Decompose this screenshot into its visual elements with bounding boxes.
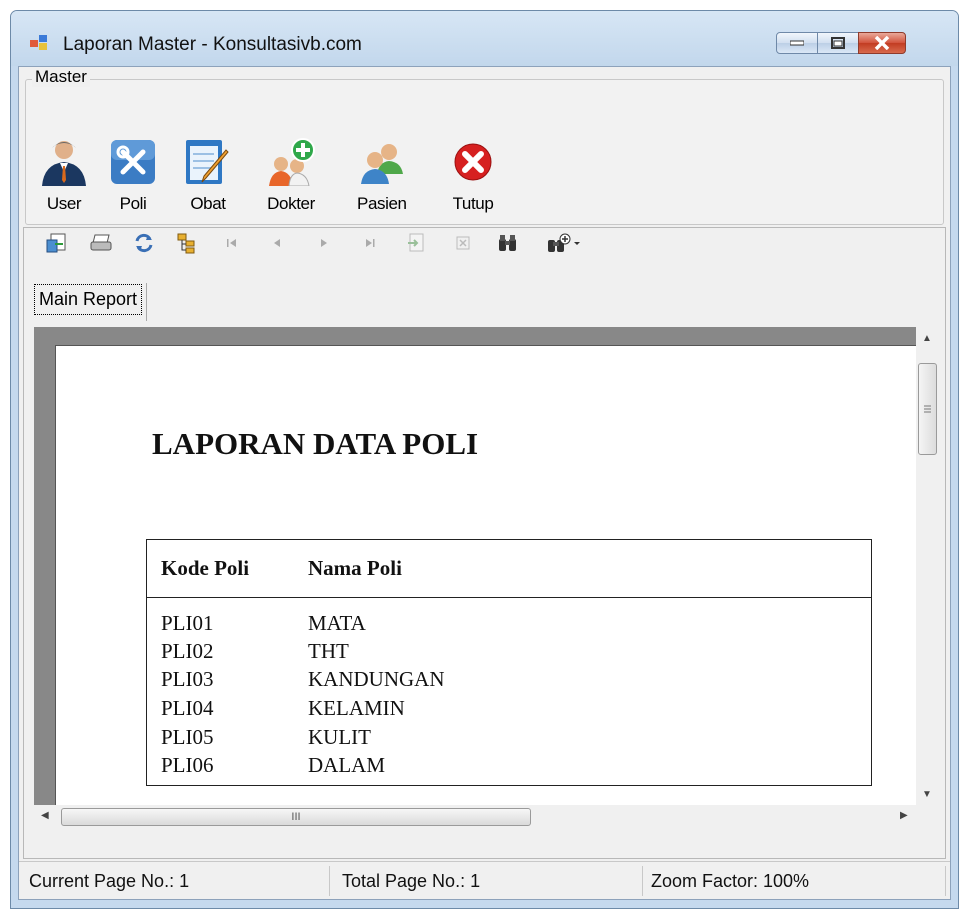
vertical-scrollbar[interactable]: ▲ ▼ <box>916 327 938 805</box>
vertical-scroll-thumb[interactable] <box>918 363 937 455</box>
report-tabs: Main Report <box>28 283 148 321</box>
table-row: PLI04 KELAMIN <box>147 696 871 725</box>
status-total-page: Total Page No.: 1 <box>337 866 643 896</box>
obat-button[interactable]: Obat <box>184 138 232 214</box>
tutup-label: Tutup <box>452 194 494 213</box>
status-bar: Current Page No.: 1 Total Page No.: 1 Zo… <box>19 861 950 899</box>
go-to-page-icon <box>408 233 424 252</box>
close-icon <box>874 36 890 50</box>
cell-nama: KANDUNGAN <box>308 667 445 691</box>
stop-icon <box>456 236 470 250</box>
app-icon <box>30 35 50 51</box>
last-page-button[interactable] <box>360 231 380 255</box>
next-page-icon <box>321 239 327 247</box>
group-label: Master <box>32 67 90 87</box>
cell-kode: PLI02 <box>161 639 214 663</box>
print-icon <box>90 234 112 251</box>
refresh-icon <box>135 233 153 253</box>
cell-nama: THT <box>308 639 349 663</box>
next-page-button[interactable] <box>314 231 334 255</box>
tools-icon <box>109 138 157 186</box>
restore-icon <box>831 37 845 49</box>
print-button[interactable] <box>88 231 114 255</box>
column-header-kode: Kode Poli <box>161 556 250 580</box>
client-area: Master User Poli Obat Dokter Pasien Tutu… <box>18 66 951 900</box>
table-row: PLI01 MATA <box>147 611 871 640</box>
status-current-page: Current Page No.: 1 <box>24 866 330 896</box>
stop-button[interactable] <box>453 231 473 255</box>
zoom-dropdown[interactable] <box>542 231 586 255</box>
search-button[interactable] <box>496 231 520 255</box>
first-page-icon <box>227 239 236 247</box>
master-groupbox: Master User Poli Obat Dokter Pasien Tutu… <box>25 67 944 225</box>
pasien-button[interactable]: Pasien <box>357 138 407 214</box>
column-header-nama: Nama Poli <box>308 556 402 580</box>
zoom-icon <box>548 233 571 252</box>
dokter-label: Dokter <box>267 194 315 213</box>
group-tree-icon <box>177 233 195 254</box>
grip-icon <box>924 405 931 413</box>
close-red-icon <box>449 138 497 186</box>
cell-nama: KELAMIN <box>308 696 405 720</box>
poli-button[interactable]: Poli <box>109 138 157 214</box>
previous-page-button[interactable] <box>267 231 287 255</box>
group-tree-button[interactable] <box>175 231 199 255</box>
cell-kode: PLI04 <box>161 696 214 720</box>
scroll-left-icon[interactable]: ◀ <box>41 810 49 821</box>
refresh-button[interactable] <box>132 231 156 255</box>
cell-kode: PLI05 <box>161 725 214 749</box>
cell-kode: PLI06 <box>161 753 214 777</box>
cell-nama: MATA <box>308 611 366 635</box>
first-page-button[interactable] <box>222 231 242 255</box>
scroll-up-icon[interactable]: ▲ <box>922 333 932 344</box>
search-icon <box>499 235 516 251</box>
report-table: Kode Poli Nama Poli PLI01 MATA PLI02 THT <box>146 539 872 786</box>
pasien-label: Pasien <box>357 194 407 213</box>
last-page-icon <box>366 239 375 247</box>
title-bar[interactable]: Laporan Master - Konsultasivb.com <box>11 11 958 66</box>
cell-kode: PLI01 <box>161 611 214 635</box>
table-row: PLI05 KULIT <box>147 725 871 754</box>
crystal-report-viewer: Main Report LAPORAN DATA POLI Kode Poli … <box>23 227 946 859</box>
chevron-down-icon <box>574 242 580 245</box>
main-window: Laporan Master - Konsultasivb.com Master… <box>10 10 959 909</box>
report-canvas: LAPORAN DATA POLI Kode Poli Nama Poli PL… <box>34 327 916 805</box>
user-button[interactable]: User <box>40 138 88 214</box>
minimize-icon <box>790 40 804 46</box>
cell-kode: PLI03 <box>161 667 214 691</box>
table-row: PLI03 KANDUNGAN <box>147 667 871 696</box>
notepad-pencil-icon <box>184 138 232 186</box>
window-title: Laporan Master - Konsultasivb.com <box>63 34 362 55</box>
people-icon <box>358 138 406 186</box>
horizontal-scrollbar[interactable]: ◀ III ▶ <box>34 805 916 827</box>
table-header: Kode Poli Nama Poli <box>147 540 871 598</box>
previous-page-icon <box>274 239 280 247</box>
tutup-button[interactable]: Tutup <box>449 138 497 214</box>
cell-nama: DALAM <box>308 753 385 777</box>
user-icon <box>40 138 88 186</box>
go-to-page-button[interactable] <box>405 231 427 255</box>
obat-label: Obat <box>190 194 226 213</box>
minimize-button[interactable] <box>776 32 818 54</box>
poli-label: Poli <box>119 194 147 213</box>
user-label: User <box>46 194 82 213</box>
dokter-button[interactable]: Dokter <box>267 138 315 214</box>
add-people-icon <box>267 138 315 187</box>
report-page: LAPORAN DATA POLI Kode Poli Nama Poli PL… <box>55 345 916 805</box>
export-button[interactable] <box>44 231 68 255</box>
horizontal-scroll-thumb[interactable]: III <box>61 808 531 826</box>
report-title: LAPORAN DATA POLI <box>152 426 479 461</box>
table-row: PLI02 THT <box>147 639 871 668</box>
cell-nama: KULIT <box>308 725 371 749</box>
close-button[interactable] <box>858 32 906 54</box>
status-zoom: Zoom Factor: 100% <box>646 866 946 896</box>
table-row: PLI06 DALAM <box>147 753 871 782</box>
tab-main-report[interactable]: Main Report <box>34 284 143 315</box>
scroll-down-icon[interactable]: ▼ <box>922 789 932 800</box>
export-icon <box>46 233 66 253</box>
scroll-right-icon[interactable]: ▶ <box>900 810 908 821</box>
maximize-button[interactable] <box>817 32 859 54</box>
